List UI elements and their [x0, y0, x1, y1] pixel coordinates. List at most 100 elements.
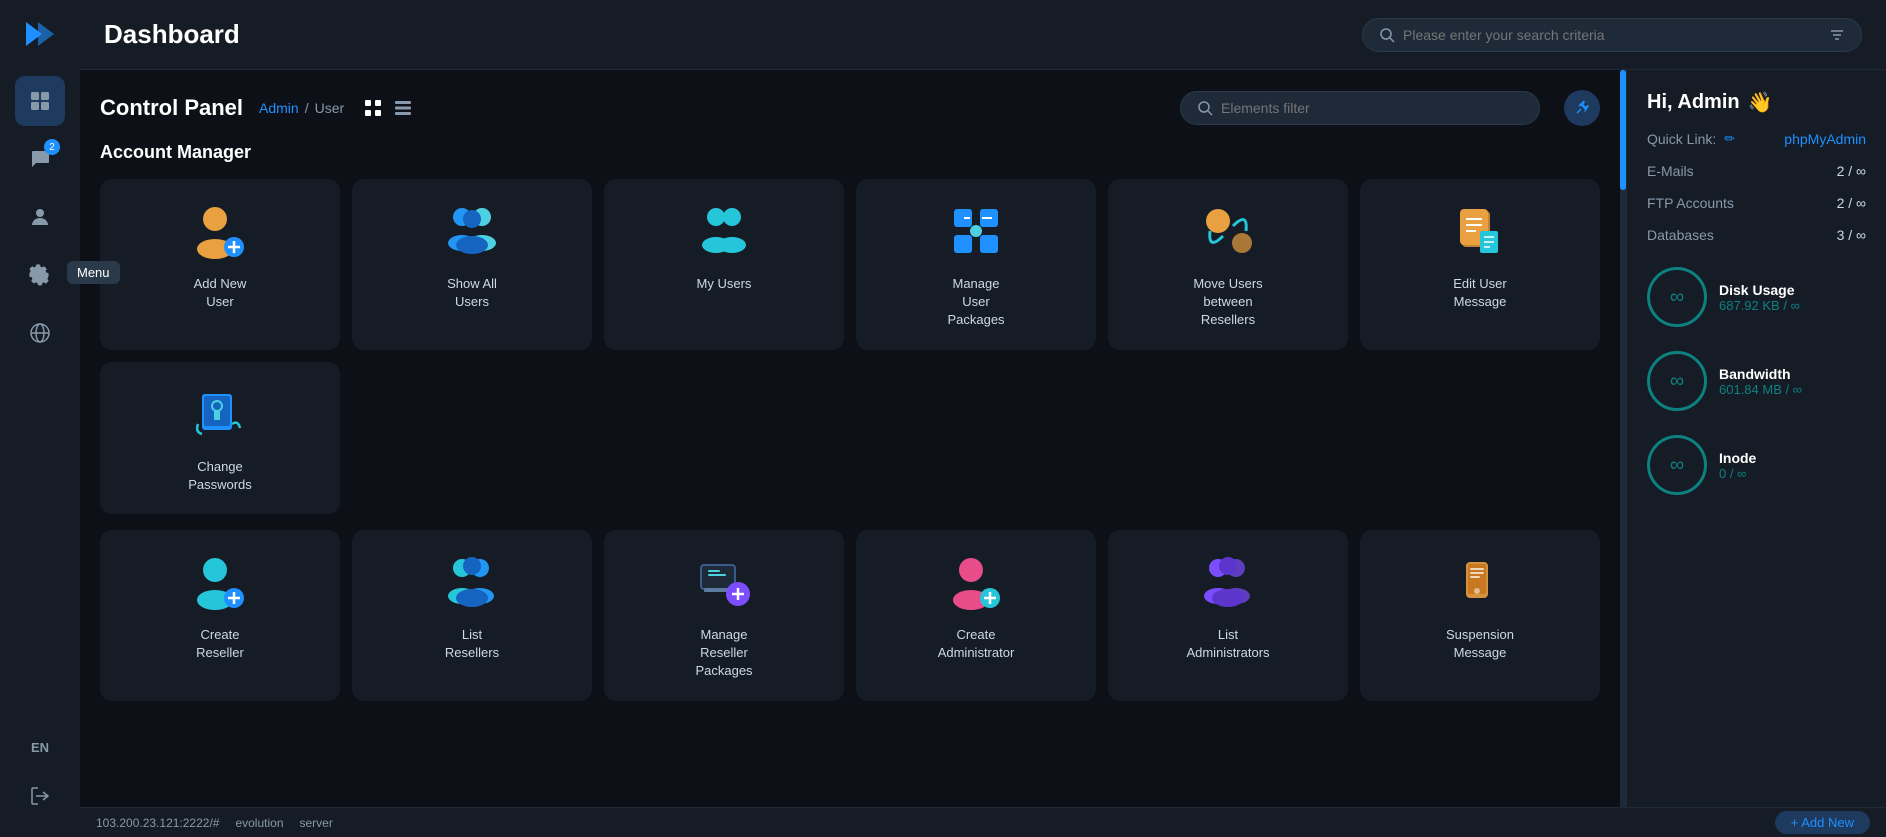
card-edit-user-message[interactable]: Edit UserMessage	[1360, 179, 1600, 350]
sidebar-item-user[interactable]	[15, 192, 65, 242]
topbar-search-box[interactable]	[1362, 18, 1862, 52]
greeting: Hi, Admin 👋	[1647, 90, 1866, 115]
manage-packages-icon	[944, 199, 1008, 263]
page-title: Dashboard	[104, 19, 240, 50]
stat-ftp-value: 2 / ∞	[1837, 195, 1866, 211]
scroll-thumb	[1620, 70, 1626, 190]
sidebar-item-globe[interactable]	[15, 308, 65, 358]
create-admin-icon	[944, 550, 1008, 614]
sidebar-language[interactable]: EN	[31, 740, 49, 755]
manage-reseller-packages-icon	[692, 550, 756, 614]
card-show-all-users[interactable]: Show AllUsers	[352, 179, 592, 350]
main-area: Dashboard Control Panel	[80, 0, 1886, 837]
breadcrumb-admin[interactable]: Admin	[259, 100, 299, 116]
account-manager-title: Account Manager	[100, 142, 1600, 163]
card-create-administrator[interactable]: CreateAdministrator	[856, 530, 1096, 701]
card-manage-reseller-packages[interactable]: ManageResellerPackages	[604, 530, 844, 701]
breadcrumb-current: User	[315, 100, 345, 116]
card-create-reseller[interactable]: CreateReseller	[100, 530, 340, 701]
content-wrapper: Control Panel Admin / User	[80, 70, 1886, 807]
card-list-administrators[interactable]: ListAdministrators	[1108, 530, 1348, 701]
disk-usage-circle: ∞	[1647, 267, 1707, 327]
left-sidebar: Menu 2 EN	[0, 0, 80, 837]
card-suspension-message[interactable]: SuspensionMessage	[1360, 530, 1600, 701]
add-user-icon	[188, 199, 252, 263]
stat-databases-label: Databases	[1647, 227, 1714, 243]
card-show-all-users-label: Show AllUsers	[447, 275, 497, 311]
stat-ftp-label: FTP Accounts	[1647, 195, 1734, 211]
stat-emails-label: E-Mails	[1647, 163, 1694, 179]
inode-usage-info: Inode 0 / ∞	[1719, 450, 1756, 481]
app-logo[interactable]	[22, 16, 58, 52]
card-move-users[interactable]: Move UsersbetweenResellers	[1108, 179, 1348, 350]
sidebar-item-grid[interactable]: Menu	[15, 76, 65, 126]
card-manage-reseller-packages-label: ManageResellerPackages	[695, 626, 752, 681]
quick-link-value[interactable]: phpMyAdmin	[1784, 131, 1866, 147]
disk-usage-title: Disk Usage	[1719, 282, 1800, 298]
elements-filter-input[interactable]	[1221, 100, 1523, 116]
stat-ftp: FTP Accounts 2 / ∞	[1647, 195, 1866, 211]
list-admins-icon	[1196, 550, 1260, 614]
stat-emails: E-Mails 2 / ∞	[1647, 163, 1866, 179]
card-list-resellers-label: ListResellers	[445, 626, 499, 662]
sidebar-item-chat[interactable]: 2	[15, 134, 65, 184]
scroll-bar[interactable]	[1620, 70, 1626, 807]
create-reseller-icon	[188, 550, 252, 614]
list-view-button[interactable]	[390, 95, 416, 121]
inode-usage-title: Inode	[1719, 450, 1756, 466]
pin-button[interactable]	[1564, 90, 1600, 126]
add-new-button[interactable]: + Add New	[1775, 811, 1870, 834]
bandwidth-usage-value: 601.84 MB / ∞	[1719, 382, 1802, 397]
bandwidth-usage: ∞ Bandwidth 601.84 MB / ∞	[1647, 351, 1866, 411]
disk-usage: ∞ Disk Usage 687.92 KB / ∞	[1647, 267, 1866, 327]
card-create-admin-label: CreateAdministrator	[938, 626, 1015, 662]
sidebar-logout[interactable]	[15, 771, 65, 821]
card-manage-packages-label: ManageUserPackages	[947, 275, 1004, 330]
topbar: Dashboard	[80, 0, 1886, 70]
quick-link-row: Quick Link: ✏ phpMyAdmin	[1647, 131, 1866, 147]
server-name: evolution	[235, 816, 283, 830]
list-resellers-icon	[440, 550, 504, 614]
card-change-passwords-label: ChangePasswords	[188, 458, 252, 494]
card-edit-message-label: Edit UserMessage	[1453, 275, 1506, 311]
my-users-icon	[692, 199, 756, 263]
card-change-passwords[interactable]: ChangePasswords	[100, 362, 340, 514]
greeting-text: Hi, Admin	[1647, 91, 1740, 114]
card-suspension-message-label: SuspensionMessage	[1446, 626, 1514, 662]
cards-row-1: Add NewUser Show AllUser	[100, 179, 1600, 514]
bottom-bar: 103.200.23.121:2222/# evolution server +…	[80, 807, 1886, 837]
quick-link-edit-icon[interactable]: ✏	[1724, 131, 1735, 147]
search-input[interactable]	[1403, 27, 1821, 43]
breadcrumb: Admin / User	[259, 100, 344, 116]
chat-badge: 2	[44, 139, 60, 155]
elements-filter-box[interactable]	[1180, 91, 1540, 125]
inode-usage-circle: ∞	[1647, 435, 1707, 495]
server-label: server	[300, 816, 333, 830]
breadcrumb-separator: /	[305, 100, 309, 116]
greeting-emoji: 👋	[1748, 90, 1773, 115]
search-icon	[1379, 27, 1395, 43]
cards-row-2: CreateReseller ListResel	[100, 530, 1600, 701]
bandwidth-usage-circle: ∞	[1647, 351, 1707, 411]
inode-usage-value: 0 / ∞	[1719, 466, 1756, 481]
card-manage-user-packages[interactable]: ManageUserPackages	[856, 179, 1096, 350]
card-my-users-label: My Users	[697, 275, 752, 293]
filter-icon-button[interactable]	[1829, 27, 1845, 43]
card-my-users[interactable]: My Users	[604, 179, 844, 350]
stat-databases-value: 3 / ∞	[1837, 227, 1866, 243]
card-list-resellers[interactable]: ListResellers	[352, 530, 592, 701]
card-add-new-user[interactable]: Add NewUser	[100, 179, 340, 350]
card-list-admins-label: ListAdministrators	[1186, 626, 1269, 662]
bandwidth-usage-title: Bandwidth	[1719, 366, 1802, 382]
show-all-users-icon	[440, 199, 504, 263]
control-panel-title: Control Panel	[100, 95, 243, 121]
main-content: Control Panel Admin / User	[80, 70, 1620, 807]
view-toggle	[360, 95, 416, 121]
right-sidebar: Hi, Admin 👋 Quick Link: ✏ phpMyAdmin E-M…	[1626, 70, 1886, 807]
sidebar-item-settings[interactable]	[15, 250, 65, 300]
card-add-new-user-label: Add NewUser	[194, 275, 247, 311]
grid-view-button[interactable]	[360, 95, 386, 121]
disk-usage-info: Disk Usage 687.92 KB / ∞	[1719, 282, 1800, 313]
move-users-icon	[1196, 199, 1260, 263]
stat-emails-value: 2 / ∞	[1837, 163, 1866, 179]
